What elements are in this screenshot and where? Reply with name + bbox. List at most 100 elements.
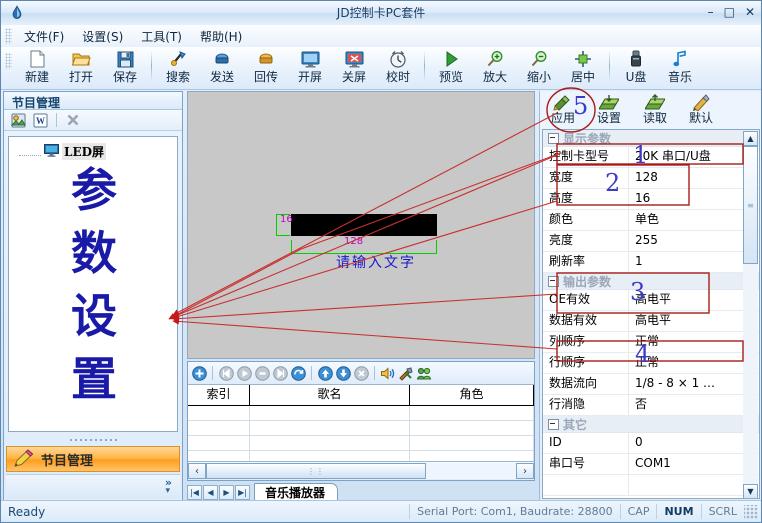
delete-icon[interactable] — [65, 112, 81, 128]
led-preview-canvas[interactable]: 16 128 请输入文字 — [187, 91, 535, 359]
remove-icon[interactable] — [353, 365, 369, 381]
property-grid[interactable]: 显示参数 控制卡型号 20K 串口/U盘 宽度 128 高度 16 颜色 单色 … — [542, 129, 760, 499]
property-value[interactable]: COM1 — [629, 454, 759, 474]
property-row-height[interactable]: 高度 16 — [543, 189, 759, 210]
property-row-refresh-rate[interactable]: 刷新率 1 — [543, 252, 759, 273]
scroll-right-button[interactable]: › — [516, 463, 534, 479]
property-category-other[interactable]: 其它 — [543, 416, 759, 433]
toolbar-grip-handle[interactable] — [5, 53, 12, 69]
refresh-icon[interactable] — [290, 365, 306, 381]
toolbar-new-button[interactable]: 新建 — [15, 47, 59, 89]
tab-music-player[interactable]: 音乐播放器 — [254, 483, 339, 501]
table-row[interactable] — [188, 421, 534, 436]
music-horizontal-scrollbar[interactable]: ‹ ⋮⋮ › — [188, 461, 534, 480]
stop-icon[interactable] — [254, 365, 270, 381]
property-row-data-flow[interactable]: 数据流向 1/8 - 8 × 1 … — [543, 374, 759, 395]
property-row-data-valid[interactable]: 数据有效 高电平 — [543, 311, 759, 332]
nav-first-button[interactable]: |◀ — [187, 485, 202, 500]
collapse-icon[interactable] — [548, 275, 559, 287]
scroll-up-button[interactable]: ▲ — [743, 131, 758, 146]
property-row-id[interactable]: ID 0 — [543, 433, 759, 454]
property-row-partial[interactable] — [543, 475, 759, 496]
scroll-track[interactable] — [426, 463, 516, 479]
toolbar-open-button[interactable]: 打开 — [59, 47, 103, 89]
property-row-color[interactable]: 颜色 单色 — [543, 210, 759, 231]
collapse-icon[interactable] — [548, 418, 559, 430]
property-row-column-order[interactable]: 列顺序 正常 — [543, 332, 759, 353]
column-header-index[interactable]: 索引 — [188, 385, 250, 405]
menu-help[interactable]: 帮助(H) — [191, 26, 251, 47]
property-row-row-order[interactable]: 行顺序 正常 — [543, 353, 759, 374]
group-icon[interactable] — [416, 365, 432, 381]
property-value[interactable]: 单色 — [629, 210, 759, 230]
toolbar-music-button[interactable]: 音乐 — [658, 47, 702, 89]
next-track-icon[interactable] — [272, 365, 288, 381]
expand-caret-icon[interactable]: ▾ — [165, 486, 170, 496]
scroll-track[interactable] — [743, 264, 758, 484]
table-row[interactable] — [188, 436, 534, 451]
settings-write-button[interactable]: 设置 — [586, 92, 632, 127]
toolbar-search-button[interactable]: 搜索 — [156, 47, 200, 89]
panel-splitter[interactable] — [4, 436, 182, 444]
toolbar-zoom-in-button[interactable]: 放大 — [473, 47, 517, 89]
column-header-song[interactable]: 歌名 — [250, 385, 410, 405]
toolbar-zoom-out-button[interactable]: 缩小 — [517, 47, 561, 89]
property-row-row-blanking[interactable]: 行消隐 否 — [543, 395, 759, 416]
property-value[interactable]: 高电平 — [629, 311, 759, 331]
program-management-nav-button[interactable]: 节目管理 — [6, 446, 180, 472]
property-value[interactable]: 否 — [629, 395, 759, 415]
property-row-card-model[interactable]: 控制卡型号 20K 串口/U盘 — [543, 147, 759, 168]
default-button[interactable]: 默认 — [678, 92, 724, 127]
toolbar-usb-button[interactable]: U盘 — [614, 47, 658, 89]
toolbar-clock-sync-button[interactable]: 校时 — [376, 47, 420, 89]
toolbar-send-button[interactable]: 发送 — [200, 47, 244, 89]
property-value[interactable]: 0 — [629, 433, 759, 453]
property-row-oe-valid[interactable]: OE有效 高电平 — [543, 290, 759, 311]
move-up-icon[interactable] — [317, 365, 333, 381]
tools-icon[interactable] — [398, 365, 414, 381]
property-value[interactable]: 1 — [629, 252, 759, 272]
scroll-thumb[interactable]: ≡ — [743, 146, 758, 264]
nav-prev-button[interactable]: ◀ — [203, 485, 218, 500]
tree-node-led-screen[interactable]: LED屏 — [19, 143, 177, 160]
menu-file[interactable]: 文件(F) — [15, 26, 73, 47]
resize-grip-icon[interactable] — [744, 504, 758, 519]
volume-icon[interactable] — [380, 365, 396, 381]
scroll-thumb[interactable]: ⋮⋮ — [206, 463, 426, 479]
nav-next-button[interactable]: ▶ — [219, 485, 234, 500]
nav-last-button[interactable]: ▶| — [235, 485, 250, 500]
menu-tools[interactable]: 工具(T) — [132, 26, 191, 47]
minimize-icon[interactable]: – — [708, 4, 714, 20]
prev-track-icon[interactable] — [218, 365, 234, 381]
close-icon[interactable]: ✕ — [745, 4, 755, 20]
property-value[interactable]: 16 — [629, 189, 759, 209]
scroll-left-button[interactable]: ‹ — [188, 463, 206, 479]
property-value[interactable]: 128 — [629, 168, 759, 188]
property-category-display[interactable]: 显示参数 — [543, 130, 759, 147]
music-grid-rows[interactable] — [188, 406, 534, 466]
property-row-serial-port[interactable]: 串口号 COM1 — [543, 454, 759, 475]
toolbar-save-button[interactable]: 保存 — [103, 47, 147, 89]
property-value[interactable]: 1/8 - 8 × 1 … — [629, 374, 759, 394]
toolbar-screen-on-button[interactable]: 开屏 — [288, 47, 332, 89]
program-tree[interactable]: LED屏 参 数 设 置 — [8, 136, 178, 432]
led-screen-block[interactable] — [291, 214, 437, 236]
menu-grip-handle[interactable] — [5, 28, 12, 44]
toolbar-preview-button[interactable]: 预览 — [429, 47, 473, 89]
property-value[interactable]: 20K 串口/U盘 — [629, 147, 759, 167]
property-value[interactable] — [629, 475, 759, 495]
property-value[interactable]: 高电平 — [629, 290, 759, 310]
toolbar-align-center-button[interactable]: 居中 — [561, 47, 605, 89]
table-row[interactable] — [188, 406, 534, 421]
toolbar-receive-button[interactable]: 回传 — [244, 47, 288, 89]
move-down-icon[interactable] — [335, 365, 351, 381]
scroll-down-button[interactable]: ▼ — [743, 484, 758, 498]
new-program-icon[interactable] — [10, 112, 26, 128]
property-value[interactable]: 255 — [629, 231, 759, 251]
column-header-role[interactable]: 角色 — [410, 385, 534, 405]
maximize-icon[interactable]: □ — [724, 4, 735, 20]
add-icon[interactable] — [191, 365, 207, 381]
property-row-width[interactable]: 宽度 128 — [543, 168, 759, 189]
read-button[interactable]: 读取 — [632, 92, 678, 127]
property-row-brightness[interactable]: 亮度 255 — [543, 231, 759, 252]
